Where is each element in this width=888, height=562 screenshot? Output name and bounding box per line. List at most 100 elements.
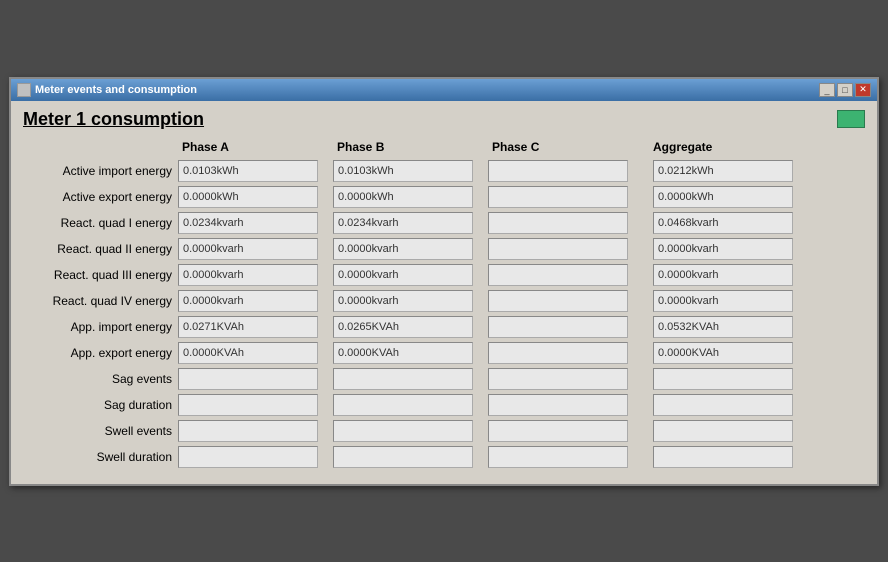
table-row: React. quad I energy	[23, 212, 865, 234]
phase-a-input[interactable]	[178, 186, 318, 208]
aggregate-input[interactable]	[653, 264, 793, 286]
phase-a-cell	[178, 394, 333, 416]
phase-c-cell	[488, 264, 643, 286]
phase-c-header: Phase C	[488, 138, 643, 156]
phase-a-input[interactable]	[178, 446, 318, 468]
table-row: Sag duration	[23, 394, 865, 416]
phase-a-input[interactable]	[178, 368, 318, 390]
close-button[interactable]: ✕	[855, 83, 871, 97]
phase-a-input[interactable]	[178, 238, 318, 260]
row-label: Swell duration	[23, 450, 178, 464]
phase-c-input[interactable]	[488, 264, 628, 286]
phase-c-input[interactable]	[488, 342, 628, 364]
phase-a-cell	[178, 264, 333, 286]
phase-b-input[interactable]	[333, 290, 473, 312]
phase-b-input[interactable]	[333, 446, 473, 468]
phase-c-input[interactable]	[488, 446, 628, 468]
phase-a-input[interactable]	[178, 212, 318, 234]
phase-a-input[interactable]	[178, 394, 318, 416]
phase-b-input[interactable]	[333, 212, 473, 234]
phase-c-cell	[488, 394, 643, 416]
phase-a-header: Phase A	[178, 138, 333, 156]
phase-b-input[interactable]	[333, 394, 473, 416]
phase-c-input[interactable]	[488, 238, 628, 260]
row-label: Active export energy	[23, 190, 178, 204]
aggregate-input[interactable]	[653, 420, 793, 442]
phase-c-input[interactable]	[488, 316, 628, 338]
aggregate-input[interactable]	[653, 368, 793, 390]
aggregate-input[interactable]	[653, 446, 793, 468]
phase-c-input[interactable]	[488, 368, 628, 390]
aggregate-cell	[643, 238, 865, 260]
phase-a-cell	[178, 420, 333, 442]
phase-b-input[interactable]	[333, 420, 473, 442]
phase-a-cell	[178, 342, 333, 364]
phase-b-input[interactable]	[333, 342, 473, 364]
aggregate-input[interactable]	[653, 238, 793, 260]
window-icon	[17, 83, 31, 97]
phase-a-cell	[178, 368, 333, 390]
title-bar: Meter events and consumption _ □ ✕	[11, 79, 877, 101]
maximize-button[interactable]: □	[837, 83, 853, 97]
phase-b-cell	[333, 446, 488, 468]
row-label: React. quad I energy	[23, 216, 178, 230]
phase-a-input[interactable]	[178, 342, 318, 364]
row-label: React. quad III energy	[23, 268, 178, 282]
phase-b-cell	[333, 342, 488, 364]
phase-b-input[interactable]	[333, 238, 473, 260]
phase-c-input[interactable]	[488, 394, 628, 416]
table-row: React. quad II energy	[23, 238, 865, 260]
aggregate-cell	[643, 420, 865, 442]
phase-a-input[interactable]	[178, 290, 318, 312]
phase-c-input[interactable]	[488, 420, 628, 442]
aggregate-cell	[643, 290, 865, 312]
minimize-button[interactable]: _	[819, 83, 835, 97]
table-row: React. quad IV energy	[23, 290, 865, 312]
table-row: Swell duration	[23, 446, 865, 468]
aggregate-input[interactable]	[653, 394, 793, 416]
row-label: App. import energy	[23, 320, 178, 334]
aggregate-cell	[643, 186, 865, 208]
phase-c-input[interactable]	[488, 186, 628, 208]
column-headers: Phase A Phase B Phase C Aggregate	[23, 138, 865, 156]
title-bar-buttons: _ □ ✕	[819, 83, 871, 97]
phase-c-cell	[488, 368, 643, 390]
title-bar-left: Meter events and consumption	[17, 83, 197, 97]
row-label: App. export energy	[23, 346, 178, 360]
row-label: Sag events	[23, 372, 178, 386]
phase-b-input[interactable]	[333, 264, 473, 286]
table-row: App. export energy	[23, 342, 865, 364]
phase-b-cell	[333, 394, 488, 416]
content-area: Meter 1 consumption Phase A Phase B Phas…	[11, 101, 877, 484]
phase-a-cell	[178, 212, 333, 234]
phase-b-input[interactable]	[333, 316, 473, 338]
table-row: Swell events	[23, 420, 865, 442]
table-row: App. import energy	[23, 316, 865, 338]
phase-c-cell	[488, 160, 643, 182]
phase-b-input[interactable]	[333, 186, 473, 208]
phase-c-input[interactable]	[488, 160, 628, 182]
row-label: React. quad IV energy	[23, 294, 178, 308]
aggregate-input[interactable]	[653, 316, 793, 338]
phase-a-input[interactable]	[178, 264, 318, 286]
phase-b-input[interactable]	[333, 160, 473, 182]
phase-b-cell	[333, 160, 488, 182]
phase-c-input[interactable]	[488, 290, 628, 312]
aggregate-input[interactable]	[653, 290, 793, 312]
phase-b-input[interactable]	[333, 368, 473, 390]
phase-a-input[interactable]	[178, 420, 318, 442]
phase-b-cell	[333, 368, 488, 390]
phase-a-cell	[178, 160, 333, 182]
aggregate-input[interactable]	[653, 342, 793, 364]
aggregate-cell	[643, 160, 865, 182]
aggregate-input[interactable]	[653, 160, 793, 182]
phase-c-cell	[488, 420, 643, 442]
phase-c-input[interactable]	[488, 212, 628, 234]
aggregate-input[interactable]	[653, 212, 793, 234]
data-table: Phase A Phase B Phase C Aggregate Active…	[23, 138, 865, 468]
phase-a-cell	[178, 238, 333, 260]
table-row: Sag events	[23, 368, 865, 390]
phase-a-input[interactable]	[178, 160, 318, 182]
aggregate-input[interactable]	[653, 186, 793, 208]
phase-a-input[interactable]	[178, 316, 318, 338]
